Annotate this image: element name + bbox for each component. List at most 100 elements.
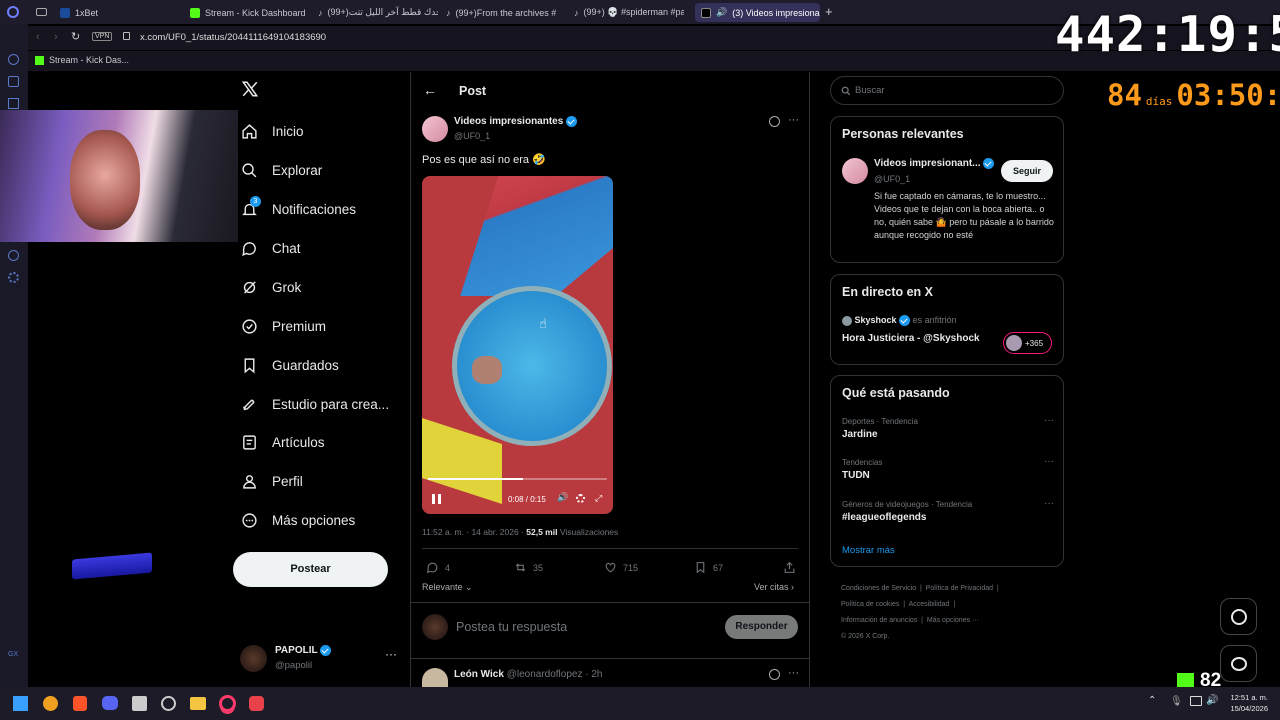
grok-icon[interactable] [769, 669, 780, 680]
bookmark-action[interactable]: 67 [694, 561, 723, 574]
tab-tiktok-3[interactable]: ♪ (99+) 💀 #spiderman #par [574, 3, 684, 22]
trend-item[interactable]: Tendencias TUDN ··· [842, 456, 1054, 481]
settings-icon[interactable] [8, 272, 19, 283]
volume-icon[interactable]: 🔊 [557, 492, 568, 503]
sidebar-icon-2[interactable] [8, 76, 19, 87]
opera-gx-icon[interactable] [219, 695, 236, 712]
opera-logo-icon[interactable] [7, 6, 19, 18]
grok-floating-button[interactable] [1220, 598, 1257, 635]
forward-icon[interactable]: › [54, 31, 58, 43]
tray-chevron-icon[interactable]: ⌃ [1148, 695, 1156, 706]
folder-icon[interactable] [190, 697, 206, 710]
avatar[interactable] [842, 158, 868, 184]
new-tab-button[interactable]: + [825, 4, 833, 19]
store-icon[interactable] [132, 696, 147, 711]
mic-icon[interactable]: 🎙 [1170, 696, 1183, 707]
sort-dropdown[interactable]: Relevante ⌄ [422, 582, 473, 593]
trend-item[interactable]: Deportes · Tendencia Jardine ··· [842, 415, 1054, 440]
sidebar-icon-4[interactable] [8, 250, 19, 261]
sidebar-icon-gx[interactable]: GX [8, 651, 18, 658]
settings-icon[interactable] [576, 494, 585, 503]
reload-icon[interactable]: ↻ [71, 30, 80, 43]
share-action[interactable] [783, 561, 796, 574]
tab-1xbet[interactable]: 1xBet [60, 3, 170, 22]
nav-chat[interactable]: Chat [241, 240, 301, 257]
nav-notificaciones[interactable]: 3 Notificaciones [241, 196, 356, 218]
search-box[interactable]: Buscar [830, 76, 1064, 105]
person-handle[interactable]: @UF0_1 [874, 174, 910, 184]
reply-author-name[interactable]: León Wick [454, 669, 504, 680]
network-icon[interactable] [1190, 696, 1202, 706]
reply-action[interactable]: 4 [426, 561, 450, 574]
vpn-badge[interactable]: VPN [92, 32, 113, 41]
nav-grok[interactable]: Grok [241, 279, 301, 296]
tab-tiktok-2[interactable]: ♪ (99+)From the archives # [446, 3, 556, 22]
quotes-link[interactable]: Ver citas › [754, 582, 794, 592]
retweet-action[interactable]: 35 [514, 561, 543, 574]
nav-perfil[interactable]: Perfil [241, 473, 303, 490]
sidebar-icon-1[interactable] [8, 54, 19, 65]
back-icon[interactable]: ‹ [36, 31, 40, 43]
footer-link[interactable]: Accesibilidad [909, 601, 950, 608]
like-action[interactable]: 715 [604, 561, 638, 574]
volume-icon[interactable]: 🔊 [1206, 695, 1218, 706]
host-avatar[interactable] [842, 315, 852, 326]
nav-articulos[interactable]: Artículos [241, 434, 325, 451]
obs-icon[interactable] [161, 696, 176, 711]
show-more-link[interactable]: Mostrar más [842, 545, 895, 556]
more-icon[interactable]: ··· [1044, 415, 1054, 426]
author-avatar[interactable] [422, 116, 448, 142]
messages-floating-button[interactable] [1220, 645, 1257, 682]
chat-app-icon[interactable] [249, 696, 264, 711]
grok-icon[interactable] [769, 116, 780, 127]
more-icon[interactable]: ··· [1044, 498, 1054, 509]
audio-icon[interactable]: 🔊 [716, 7, 727, 18]
tab-videos-impresionantes[interactable]: 🔊 (3) Videos impresionan [695, 3, 820, 22]
reply-author-avatar[interactable] [422, 668, 448, 687]
discord-icon[interactable] [102, 696, 118, 710]
tab-tiktok-1[interactable]: ♪ جدك قطط آخر الليل تتت(+99) [318, 3, 438, 22]
more-icon[interactable]: ··· [385, 647, 397, 661]
listeners-badge[interactable]: +365 [1003, 332, 1052, 354]
account-switcher[interactable]: PAPOLIL @papolil ··· [240, 643, 400, 675]
footer-link[interactable]: Política de cookies [841, 601, 899, 608]
nav-explorar[interactable]: Explorar [241, 162, 322, 179]
person-name[interactable]: Videos impresionant... [874, 158, 981, 169]
post-timestamp[interactable]: 11:52 a. m. · 14 abr. 2026 · [422, 527, 526, 537]
more-icon[interactable]: ··· [788, 667, 799, 679]
sidebar-icon-3[interactable] [8, 98, 19, 109]
space-title[interactable]: Hora Justiciera - @Skyshock [842, 333, 980, 344]
nav-mas-opciones[interactable]: Más opciones [241, 512, 355, 529]
x-logo-icon[interactable] [241, 80, 259, 100]
reply-input[interactable]: Postea tu respuesta [456, 620, 567, 634]
url-field[interactable]: x.com/UF0_1/status/2044111649104183690 [140, 32, 326, 43]
author-name[interactable]: Videos impresionantes [454, 116, 563, 127]
reply-author-handle[interactable]: @leonardoflopez [507, 669, 583, 680]
host-name[interactable]: Skyshock [855, 315, 897, 325]
nav-premium[interactable]: Premium [241, 318, 326, 335]
nav-estudio[interactable]: Estudio para crea... [241, 396, 389, 413]
windows-start-icon[interactable] [13, 696, 28, 711]
footer-link[interactable]: Información de anuncios [841, 617, 917, 624]
footer-link[interactable]: Más opciones ··· [927, 617, 979, 624]
tab-kick-dashboard[interactable]: Stream - Kick Dashboard [190, 3, 310, 22]
post-button[interactable]: Postear [233, 552, 388, 587]
coin-app-icon[interactable] [43, 696, 58, 711]
video-player[interactable]: 0:08 / 0:15 🔊 ⤢ [422, 176, 613, 514]
trend-item[interactable]: Géneros de videojuegos · Tendencia #leag… [842, 498, 1054, 523]
more-icon[interactable]: ··· [788, 114, 799, 126]
author-handle[interactable]: @UF0_1 [454, 131, 490, 141]
brave-icon[interactable] [73, 696, 87, 711]
footer-link[interactable]: Condiciones de Servicio [841, 585, 916, 592]
tray-clock[interactable]: 12:51 a. m. 15/04/2026 [1222, 692, 1268, 714]
fullscreen-icon[interactable]: ⤢ [595, 493, 602, 504]
nav-inicio[interactable]: Inicio [241, 123, 304, 140]
follow-button[interactable]: Seguir [1001, 160, 1053, 182]
back-arrow-icon[interactable]: ← [423, 82, 437, 98]
nav-guardados[interactable]: Guardados [241, 357, 339, 374]
reply-button[interactable]: Responder [725, 615, 798, 639]
tab-overview-icon[interactable] [36, 8, 47, 16]
bookmark-kick[interactable]: Stream - Kick Das... [49, 55, 129, 65]
pause-icon[interactable] [432, 494, 441, 504]
footer-link[interactable]: Política de Privacidad [926, 585, 993, 592]
